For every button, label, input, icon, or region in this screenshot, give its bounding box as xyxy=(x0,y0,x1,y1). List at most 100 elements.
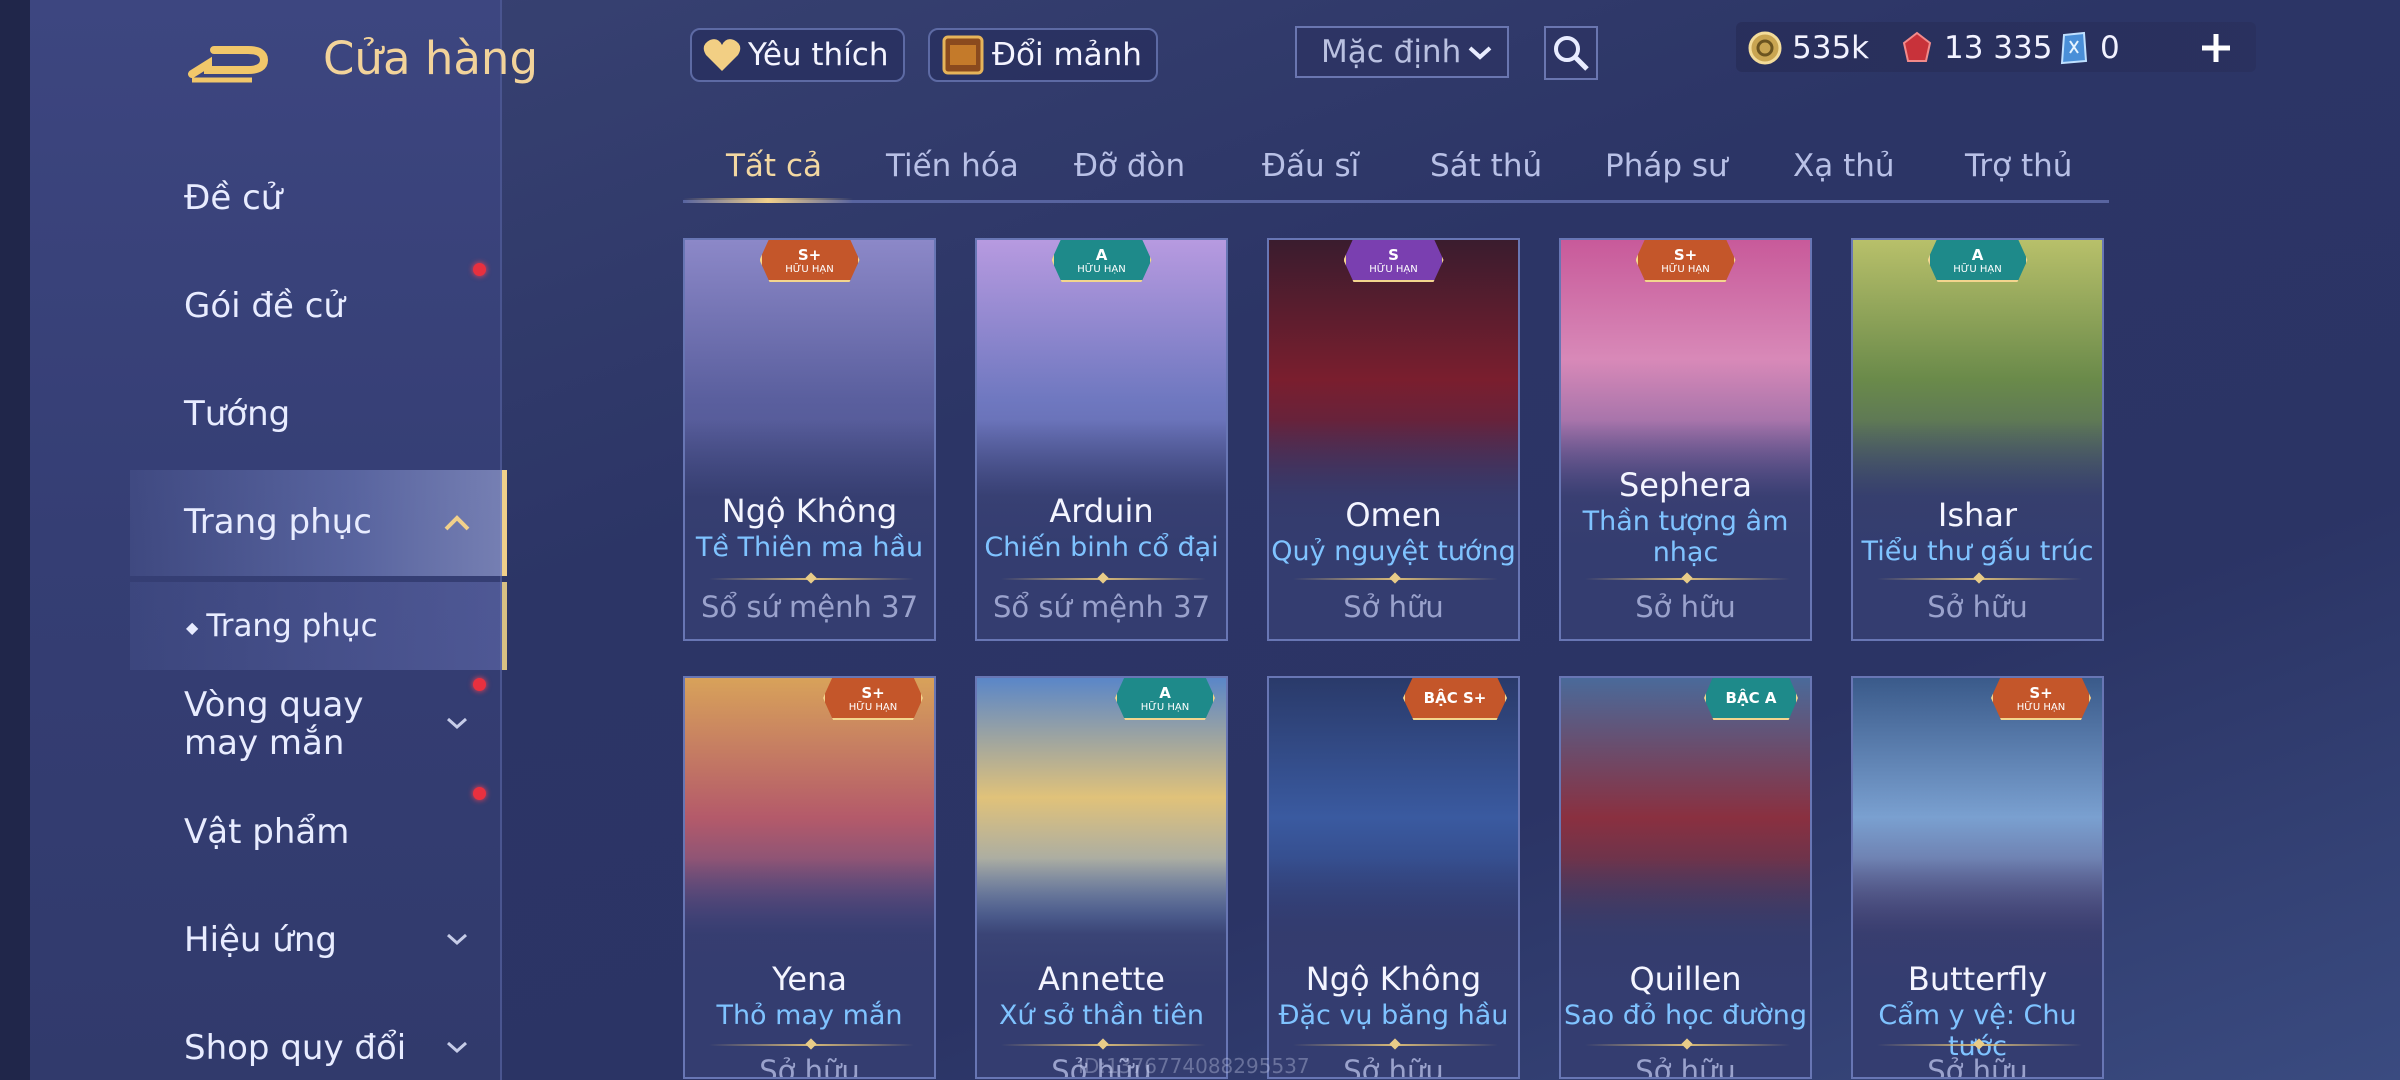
skin-name: Tề Thiên ma hầu xyxy=(695,532,924,563)
sort-dropdown[interactable]: Mặc định xyxy=(1295,26,1509,78)
rank-badge: S+ HỮU HẠN xyxy=(759,240,860,282)
card-divider xyxy=(1001,1044,1206,1046)
skin-card[interactable]: A HỮU HẠN Arduin Chiến binh cổ đại Sổ sứ … xyxy=(975,238,1228,641)
favorites-button[interactable]: Yêu thích xyxy=(690,28,905,82)
skin-card[interactable]: S+ HỮU HẠN Yena Thỏ may mắn Sở hữu xyxy=(683,676,936,1079)
rank-badge: A HỮU HẠN xyxy=(1115,678,1215,720)
sidebar-item-tuong[interactable]: Tướng xyxy=(184,394,290,434)
hero-name: Quillen xyxy=(1629,960,1742,998)
sidebar-subitem-trang-phuc[interactable]: ◆ Trang phục xyxy=(186,608,378,644)
skin-name: Thỏ may mắn xyxy=(716,1000,903,1031)
quan-huy-amount: 0 xyxy=(2100,30,2120,66)
diamond-bullet-icon: ◆ xyxy=(186,618,199,637)
skin-name: Sao đỏ học đường xyxy=(1563,1000,1808,1031)
card-divider xyxy=(1585,1044,1790,1046)
sidebar-item-hieu-ung[interactable]: Hiệu ứng xyxy=(184,920,337,960)
card-divider xyxy=(1877,1044,2082,1046)
exchange-fragments-button[interactable]: Đổi mảnh xyxy=(928,28,1158,82)
sidebar-item-vong-quay[interactable]: Vòng quay may mắn xyxy=(184,686,444,762)
hero-name: Omen xyxy=(1345,496,1442,534)
skin-name: Đặc vụ băng hầu xyxy=(1278,1000,1509,1031)
fragment-chest-icon xyxy=(942,35,984,75)
skin-name: Thần tượng âm nhạc xyxy=(1582,506,1789,568)
card-status: Sở hữu xyxy=(1927,590,2028,624)
chevron-up-icon[interactable] xyxy=(443,514,471,532)
plus-icon[interactable] xyxy=(2196,28,2236,68)
card-divider xyxy=(1001,578,1206,580)
card-status: Sở hữu xyxy=(1635,590,1736,624)
sidebar-item-de-cu[interactable]: Đề cử xyxy=(184,178,282,218)
rank-badge: S+ HỮU HẠN xyxy=(1635,240,1736,282)
blue-crystal-icon xyxy=(2060,31,2088,65)
card-divider xyxy=(709,578,914,580)
sidebar-item-trang-phuc[interactable]: Trang phục xyxy=(184,502,372,542)
tab-do-don[interactable]: Đỡ đòn xyxy=(1074,148,1185,184)
hero-name: Arduin xyxy=(1049,492,1154,530)
skin-card[interactable]: BẬC S+ Ngộ Không Đặc vụ băng hầu Sở hữu xyxy=(1267,676,1520,1079)
gold-amount: 535k xyxy=(1792,30,1870,66)
card-status: Sở hữu xyxy=(759,1054,860,1079)
card-divider xyxy=(1293,1044,1498,1046)
skin-card[interactable]: S+ HỮU HẠN Ngộ Không Tề Thiên ma hầu Sổ s… xyxy=(683,238,936,641)
left-edge-strip xyxy=(0,0,30,1080)
chevron-down-icon[interactable] xyxy=(443,1038,471,1056)
back-arrow-icon[interactable] xyxy=(188,36,278,86)
gold-coin-icon xyxy=(1748,31,1782,65)
sidebar-item-goi-de-cu[interactable]: Gói đề cử xyxy=(184,286,345,326)
hero-name: Butterfly xyxy=(1907,960,2048,998)
chevron-down-icon[interactable] xyxy=(443,714,471,732)
notification-dot xyxy=(473,678,486,691)
red-gem-icon xyxy=(1902,31,1932,62)
hero-name: Ngộ Không xyxy=(721,492,898,530)
hero-name: Sephera xyxy=(1618,466,1753,504)
tab-xa-thu[interactable]: Xạ thủ xyxy=(1793,148,1895,184)
card-status: Sổ sứ mệnh 37 xyxy=(992,590,1211,624)
active-tab-indicator xyxy=(683,198,853,203)
chevron-down-icon xyxy=(1468,46,1492,60)
notification-dot xyxy=(473,787,486,800)
card-status: Sở hữu xyxy=(1927,1054,2028,1079)
skin-card[interactable]: A HỮU HẠN Ishar Tiểu thư gấu trúc Sở hữu xyxy=(1851,238,2104,641)
player-id-watermark: ID:1376774088295537 xyxy=(1078,1054,1310,1078)
sidebar-item-vat-pham[interactable]: Vật phẩm xyxy=(184,812,349,852)
card-status: Sở hữu xyxy=(1635,1054,1736,1079)
sidebar-item-shop-quy-doi[interactable]: Shop quy đổi xyxy=(184,1028,406,1068)
exchange-label: Đổi mảnh xyxy=(992,37,1142,73)
hero-name: Ngộ Không xyxy=(1305,960,1482,998)
skin-card[interactable]: S HỮU HẠN Omen Quỷ nguyệt tướng Sở hữu xyxy=(1267,238,1520,641)
skin-card[interactable]: BẬC A Quillen Sao đỏ học đường Sở hữu xyxy=(1559,676,1812,1079)
hero-name: Yena xyxy=(772,960,847,998)
skin-name: Tiểu thư gấu trúc xyxy=(1861,536,2094,567)
rank-badge: BẬC A xyxy=(1704,678,1798,720)
rank-badge: S+ HỮU HẠN xyxy=(823,678,923,720)
tab-sat-thu[interactable]: Sát thủ xyxy=(1430,148,1542,184)
card-divider xyxy=(1293,578,1498,580)
skin-card[interactable]: S+HỮU HẠN Butterfly Cẩm y vệ: Chu tước S… xyxy=(1851,676,2104,1079)
sidebar-subitem-label: Trang phục xyxy=(206,608,378,644)
card-status: Sổ sứ mệnh 37 xyxy=(700,590,919,624)
rank-badge: A HỮU HẠN xyxy=(1927,240,2028,282)
card-status: Sở hữu xyxy=(1343,590,1444,624)
gold-currency: 535k xyxy=(1748,30,1869,66)
tab-tro-thu[interactable]: Trợ thủ xyxy=(1965,148,2072,184)
tab-dau-si[interactable]: Đấu sĩ xyxy=(1262,148,1359,184)
search-button[interactable] xyxy=(1544,26,1598,80)
tab-divider xyxy=(683,200,2109,203)
quan-huy-currency: 0 xyxy=(2058,30,2120,66)
search-icon xyxy=(1554,36,1589,71)
tab-phap-su[interactable]: Pháp sư xyxy=(1605,148,1728,184)
favorites-label: Yêu thích xyxy=(748,37,889,73)
skin-name: Quỷ nguyệt tướng xyxy=(1271,536,1516,567)
card-divider xyxy=(709,1044,914,1046)
skin-card[interactable]: S+ HỮU HẠN Sephera Thần tượng âm nhạc Sở … xyxy=(1559,238,1812,641)
chevron-down-icon[interactable] xyxy=(443,930,471,948)
page-title: Cửa hàng xyxy=(323,32,539,85)
tab-tat-ca[interactable]: Tất cả xyxy=(726,148,822,184)
skin-card[interactable]: A HỮU HẠN Annette Xứ sở thần tiên Sở hữu xyxy=(975,676,1228,1079)
skin-name: Chiến binh cổ đại xyxy=(984,532,1219,563)
skin-name: Cẩm y vệ: Chu tước xyxy=(1878,1000,2077,1062)
hero-name: Ishar xyxy=(1937,496,2018,534)
card-divider xyxy=(1877,578,2082,580)
rank-badge: A HỮU HẠN xyxy=(1051,240,1152,282)
tab-tien-hoa[interactable]: Tiến hóa xyxy=(886,148,1019,184)
